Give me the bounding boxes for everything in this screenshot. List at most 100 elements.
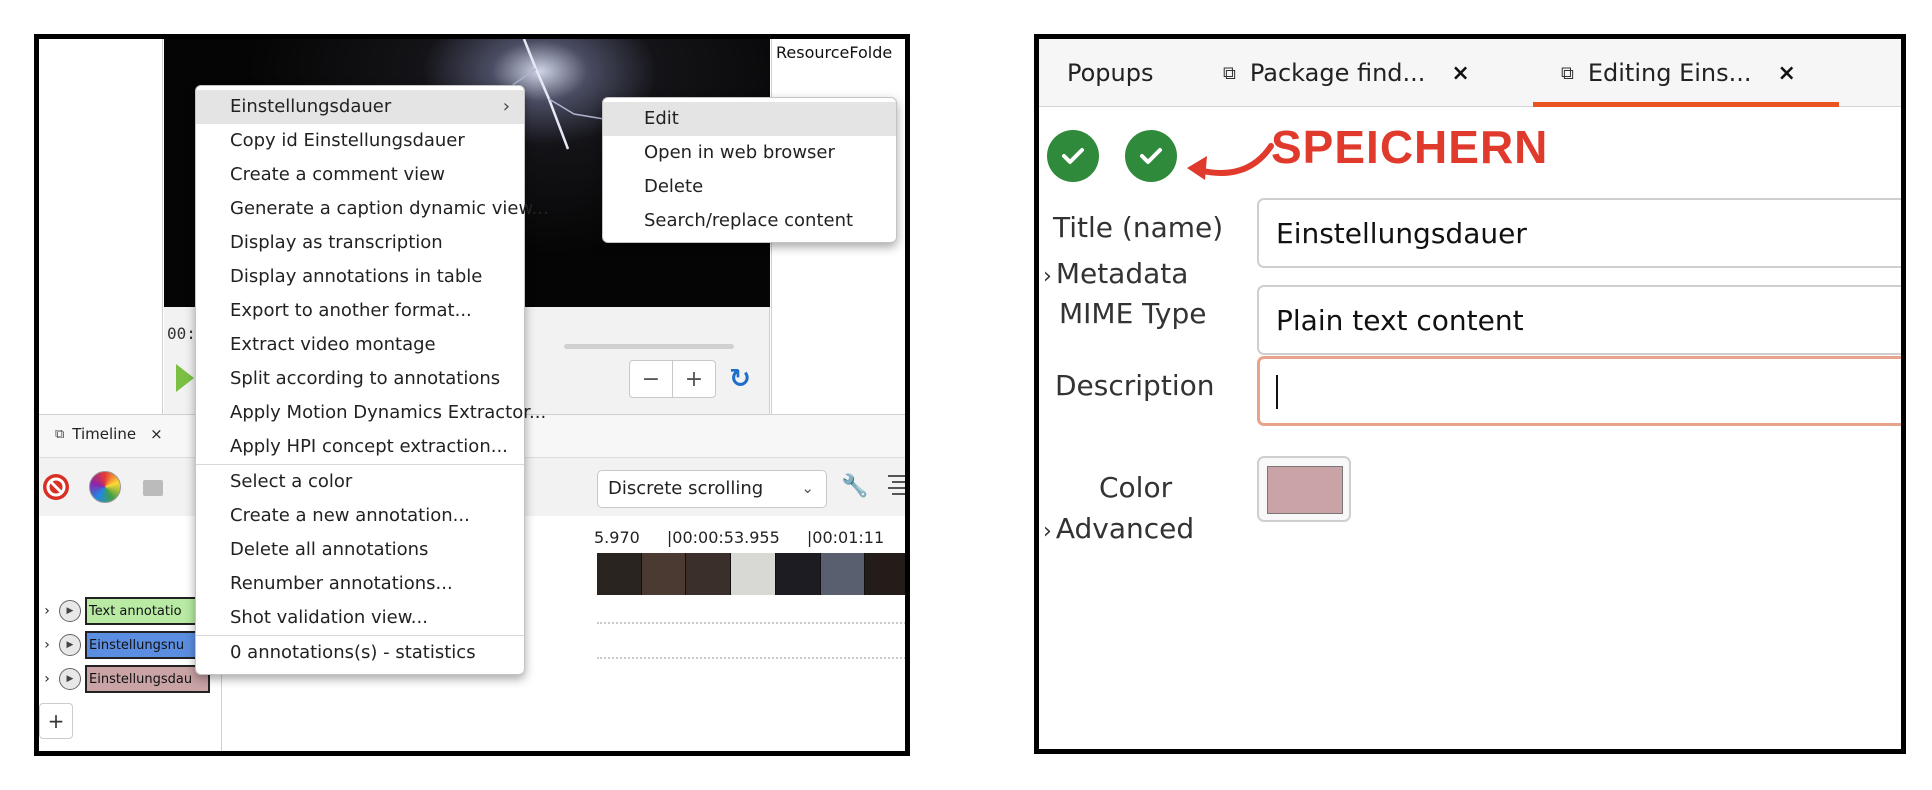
menu-item-delete-all[interactable]: Delete all annotations [196,533,524,567]
left-screenshot-panel: 00: − + ↻ ResourceFolde ⧉ Timeline × Dis… [34,34,910,756]
expand-icon[interactable]: › [39,637,55,653]
active-tab-indicator [1533,102,1839,107]
video-thumbnail [775,553,821,595]
menu-item-shot-validation[interactable]: Shot validation view... [196,601,524,635]
menu-item-motion-dynamics[interactable]: Apply Motion Dynamics Extractor... [196,396,546,430]
close-icon[interactable]: × [150,425,163,443]
zoom-out-button[interactable]: − [629,360,673,398]
editor-tabbar: Popups ⧉ Package find... × ⧉ Editing Ein… [1039,39,1901,107]
scrolling-mode-value: Discrete scrolling [608,478,764,499]
text-cursor [1276,375,1278,409]
color-label: Color [1099,471,1173,504]
menu-item-new-annotation[interactable]: Create a new annotation... [196,499,524,533]
save-toolbar: SPEICHERN [1039,108,1901,198]
submenu: Edit Open in web browser Delete Search/r… [602,97,897,243]
context-menu: Einstellungsdauer › Copy id Einstellungs… [195,85,549,675]
external-link-icon[interactable]: ⧉ [1561,63,1574,84]
stop-icon[interactable] [41,472,71,502]
tab-timeline[interactable]: ⧉ Timeline × [55,425,163,443]
menu-item-display-transcription[interactable]: Display as transcription [196,226,524,260]
color-picker-button[interactable] [1257,456,1351,522]
chevron-right-icon: › [1043,519,1052,544]
time-ruler-label: |00:01:11 [806,528,885,547]
expand-icon[interactable]: › [39,671,55,687]
checkmark-icon [1140,148,1162,164]
title-label: Title (name) [1053,211,1224,244]
external-link-icon[interactable]: ⧉ [1223,63,1236,84]
tab-label: Package find... [1249,59,1426,87]
menu-item-renumber[interactable]: Renumber annotations... [196,567,524,601]
menu-item-export[interactable]: Export to another format... [196,294,524,328]
track-timeline-row [597,622,905,624]
tab-label: Popups [1067,59,1154,87]
track-label[interactable]: Einstellungsdau [85,665,210,693]
advanced-expander[interactable]: › Advanced [1043,512,1194,545]
play-icon[interactable]: ▶ [59,600,81,622]
submenu-item-search-replace[interactable]: Search/replace content [603,204,896,238]
external-link-icon[interactable]: ⧉ [55,427,64,442]
menu-item-select-color[interactable]: Select a color [196,465,524,499]
description-label: Description [1055,369,1215,402]
left-empty-panel [39,39,163,414]
metadata-label: Metadata [1055,257,1189,290]
menu-item-generate-caption[interactable]: Generate a caption dynamic view... [196,192,549,226]
wrench-icon[interactable]: 🔧 [841,474,868,499]
seek-slider[interactable] [564,344,734,349]
video-thumbnail-strip [597,553,905,595]
ok-button[interactable] [1125,130,1177,182]
metadata-expander[interactable]: › Metadata [1043,257,1188,290]
track-label[interactable]: Text annotatio [85,597,210,625]
zoom-in-button[interactable]: + [672,360,716,398]
menu-item-create-comment-view[interactable]: Create a comment view [196,158,524,192]
current-time-display: 00: [167,324,196,343]
apply-button[interactable] [1047,130,1099,182]
mime-type-field[interactable]: Plain text content [1257,285,1901,355]
track-row: › ▶ Einstellungsdau [39,665,210,693]
track-timeline-row [597,657,905,659]
tab-package-finder[interactable]: ⧉ Package find... × [1223,39,1470,107]
annotation-arrow-icon [1187,143,1274,180]
menu-item-extract-montage[interactable]: Extract video montage [196,328,524,362]
time-ruler: 5.970 |00:00:53.955 |00:01:11 [594,528,905,547]
resource-folder-item[interactable]: ResourceFolde [776,43,892,62]
play-icon[interactable]: ▶ [59,634,81,656]
annotation-label: SPEICHERN [1271,121,1549,173]
submenu-item-edit[interactable]: Edit [603,102,896,136]
video-thumbnail [686,553,732,595]
description-field[interactable] [1257,356,1901,426]
color-palette-icon[interactable] [89,471,121,503]
menu-item-display-table[interactable]: Display annotations in table [196,260,524,294]
video-thumbnail [597,553,642,595]
right-screenshot-panel: Popups ⧉ Package find... × ⧉ Editing Ein… [1034,34,1906,754]
title-field[interactable]: Einstellungsdauer [1257,198,1901,268]
add-track-button[interactable]: + [39,703,73,739]
time-ruler-label: 5.970 [594,528,640,547]
close-icon[interactable]: × [1451,61,1469,86]
tab-editing[interactable]: ⧉ Editing Eins... × [1561,39,1796,107]
tab-popups[interactable]: Popups [1067,39,1153,107]
submenu-item-delete[interactable]: Delete [603,170,896,204]
track-label[interactable]: Einstellungsnu [85,631,210,659]
menu-item-einstellungsdauer[interactable]: Einstellungsdauer › [196,90,524,124]
video-thumbnail [731,553,776,595]
refresh-icon[interactable]: ↻ [724,362,756,396]
submenu-item-open-browser[interactable]: Open in web browser [603,136,896,170]
menu-item-copy-id[interactable]: Copy id Einstellungsdauer [196,124,524,158]
menu-item-split[interactable]: Split according to annotations [196,362,524,396]
play-icon[interactable] [174,362,196,394]
play-icon[interactable]: ▶ [59,668,81,690]
close-icon[interactable]: × [1778,61,1796,86]
menu-item-statistics[interactable]: 0 annotations(s) - statistics [196,636,524,670]
advanced-label: Advanced [1055,512,1195,545]
chevron-down-icon: ⌄ [801,479,814,497]
scrolling-mode-select[interactable]: Discrete scrolling ⌄ [597,470,827,508]
display-mode-icon[interactable] [143,480,163,496]
track-row: › ▶ Text annotatio [39,597,210,625]
menu-item-hpi-concept[interactable]: Apply HPI concept extraction... [196,430,524,464]
mime-type-label: MIME Type [1059,297,1207,330]
align-lines-icon[interactable] [886,472,908,498]
video-thumbnail [865,553,905,595]
color-swatch [1267,466,1343,514]
tab-timeline-label: Timeline [72,425,137,443]
expand-icon[interactable]: › [39,603,55,619]
